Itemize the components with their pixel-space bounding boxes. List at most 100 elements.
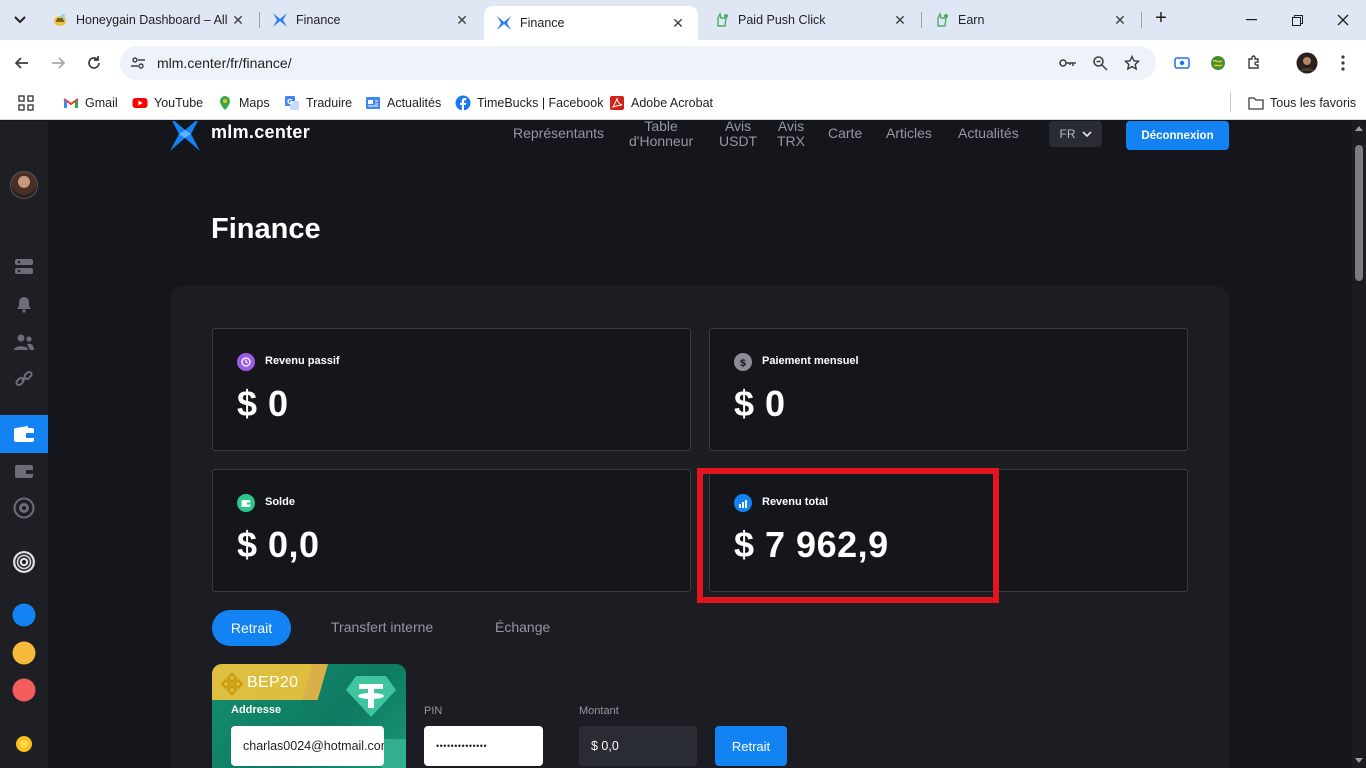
close-tab-icon[interactable]: ✕ <box>670 15 686 32</box>
tab-exchange[interactable]: Échange <box>495 619 550 635</box>
screen-capture-extension-icon[interactable] <box>1171 52 1193 74</box>
wallet-nav-active[interactable] <box>0 415 48 453</box>
target-icon[interactable] <box>12 496 36 520</box>
close-tab-icon[interactable]: ✕ <box>1112 12 1128 29</box>
bookmark-timebucks[interactable]: TimeBucks | Facebook <box>455 92 603 114</box>
nav-line: USDT <box>719 133 758 149</box>
mlm-center-logo[interactable] <box>170 121 200 151</box>
address-input[interactable]: charlas0024@hotmail.com <box>231 726 384 766</box>
wallet-icon <box>237 494 255 512</box>
close-tab-icon[interactable]: ✕ <box>454 12 470 29</box>
svg-text:G: G <box>287 98 293 106</box>
close-tab-icon[interactable]: ✕ <box>230 12 246 29</box>
page-scrollbar[interactable] <box>1352 121 1366 768</box>
svg-text:$: $ <box>740 358 747 368</box>
tab-search-button[interactable] <box>8 8 32 32</box>
paid-push-click-icon <box>717 12 728 27</box>
minimize-button[interactable] <box>1228 0 1274 40</box>
bookmark-label: Traduire <box>306 96 353 110</box>
amount-input[interactable]: $ 0,0 <box>579 726 697 766</box>
site-settings-icon[interactable] <box>130 55 146 71</box>
all-bookmarks-label: Tous les favoris <box>1270 96 1357 110</box>
dashboard-icon[interactable] <box>12 255 36 279</box>
bookmark-label: Maps <box>239 96 270 110</box>
card-label: Revenu passif <box>265 355 340 367</box>
browser-tab-strip: Honeygain Dashboard – All in ✕ Finance ✕… <box>0 0 1366 40</box>
news-icon <box>366 97 380 109</box>
card-stripe <box>382 739 406 768</box>
apps-grid-icon[interactable] <box>18 92 34 114</box>
chevron-down-icon <box>14 16 26 24</box>
zoom-icon[interactable] <box>1090 53 1110 73</box>
binance-icon <box>220 672 244 696</box>
nav-table-honneur[interactable]: Table d'Honneur <box>629 121 693 149</box>
nav-actualites[interactable]: Actualités <box>958 126 1019 141</box>
pin-input[interactable]: •••••••••••••• <box>424 726 543 766</box>
avatar[interactable] <box>10 171 38 199</box>
bookmark-news[interactable]: Actualités <box>365 92 441 114</box>
vpn-extension-icon[interactable] <box>1207 52 1229 74</box>
close-window-button[interactable] <box>1320 0 1366 40</box>
nav-carte[interactable]: Carte <box>828 126 862 141</box>
bookmark-label: Adobe Acrobat <box>631 96 714 110</box>
spiral-icon[interactable] <box>12 550 36 574</box>
all-bookmarks-folder[interactable]: Tous les favoris <box>1248 92 1356 114</box>
highlight-box <box>697 468 999 603</box>
minimize-icon <box>1245 19 1257 21</box>
browser-tab[interactable]: Finance ✕ <box>260 0 482 40</box>
bookmark-gmail[interactable]: Gmail <box>63 92 118 114</box>
omnibox[interactable]: mlm.center/fr/finance/ <box>120 46 1156 80</box>
withdraw-submit-button[interactable]: Retrait <box>715 726 787 766</box>
tab-internal-transfer[interactable]: Transfert interne <box>331 619 433 635</box>
bookmark-acrobat[interactable]: Adobe Acrobat <box>609 92 713 114</box>
sun-icon[interactable] <box>12 732 36 756</box>
restore-button[interactable] <box>1274 0 1320 40</box>
nav-articles[interactable]: Articles <box>886 126 932 141</box>
close-icon <box>1337 14 1349 26</box>
link-icon[interactable] <box>12 367 36 391</box>
logout-button[interactable]: Déconnexion <box>1126 121 1229 150</box>
bookmark-translate[interactable]: G Traduire <box>284 92 352 114</box>
monthly-payment-card: $ Paiement mensuel $ 0 <box>709 328 1188 451</box>
reload-button[interactable] <box>82 51 106 75</box>
tab-title: Paid Push Click <box>738 13 826 27</box>
logo-text[interactable]: mlm.center <box>211 122 310 143</box>
scroll-up-icon[interactable] <box>1355 125 1363 131</box>
red-dot-icon[interactable] <box>12 678 36 702</box>
url-text[interactable]: mlm.center/fr/finance/ <box>157 55 292 71</box>
blue-dot-icon[interactable] <box>12 603 36 627</box>
browser-tab[interactable]: Honeygain Dashboard – All in ✕ <box>40 0 258 40</box>
nav-avis-trx[interactable]: Avis TRX <box>777 121 805 149</box>
browser-tab[interactable]: Paid Push Click ✕ <box>702 0 920 40</box>
bookmarks-divider <box>1230 92 1231 112</box>
users-icon[interactable] <box>12 330 36 354</box>
back-button[interactable] <box>10 51 34 75</box>
page-viewport: mlm.center Représentants Table d'Honneur… <box>0 121 1366 768</box>
bell-icon[interactable] <box>12 292 36 316</box>
yellow-dot-icon[interactable] <box>12 641 36 665</box>
nav-line: Actualités <box>958 125 1019 141</box>
new-tab-button[interactable]: + <box>1150 8 1172 30</box>
bookmark-label: Actualités <box>387 96 442 110</box>
browser-tab-active[interactable]: Finance ✕ <box>484 6 698 40</box>
bookmark-youtube[interactable]: YouTube <box>132 92 203 114</box>
tab-title: Honeygain Dashboard – All in <box>76 13 230 27</box>
bookmark-maps[interactable]: Maps <box>217 92 270 114</box>
wallet-alt-icon[interactable] <box>12 459 36 483</box>
scroll-down-icon[interactable] <box>1355 758 1363 764</box>
nav-avis-usdt[interactable]: Avis USDT <box>719 121 757 149</box>
profile-avatar[interactable] <box>1296 52 1318 74</box>
language-select[interactable]: FR <box>1049 121 1102 147</box>
folder-icon <box>1248 97 1264 110</box>
password-key-icon[interactable] <box>1058 53 1078 73</box>
close-tab-icon[interactable]: ✕ <box>892 12 908 29</box>
tab-withdraw[interactable]: Retrait <box>212 610 291 646</box>
browser-menu-icon[interactable] <box>1332 52 1354 74</box>
extensions-puzzle-icon[interactable] <box>1243 52 1265 74</box>
bookmark-star-icon[interactable] <box>1122 53 1142 73</box>
forward-button[interactable] <box>46 51 70 75</box>
nav-representants[interactable]: Représentants <box>513 126 604 141</box>
browser-tab[interactable]: Earn ✕ <box>922 0 1140 40</box>
nav-line: Carte <box>828 125 863 141</box>
scrollbar-thumb[interactable] <box>1355 145 1363 281</box>
